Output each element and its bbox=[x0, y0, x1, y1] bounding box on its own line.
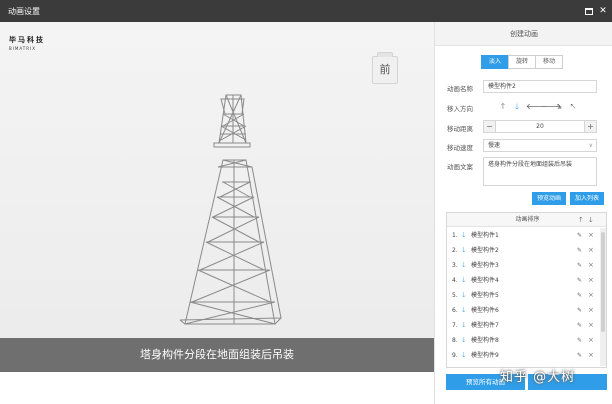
edit-icon[interactable]: ✎ bbox=[577, 288, 582, 303]
speed-label: 移动速度 bbox=[447, 144, 473, 152]
up-arrow-icon[interactable]: 🡑 bbox=[498, 102, 508, 112]
delete-icon[interactable]: × bbox=[588, 273, 594, 288]
increment-button[interactable]: + bbox=[584, 121, 596, 132]
edit-icon[interactable]: ✎ bbox=[577, 273, 582, 288]
list-item[interactable]: 8. 🡓 模型构件8 ✎ × bbox=[447, 333, 599, 348]
left-arrow-icon[interactable]: 🡐 bbox=[526, 102, 547, 112]
list-item[interactable]: 4. 🡓 模型构件4 ✎ × bbox=[447, 273, 599, 288]
delete-icon[interactable]: × bbox=[588, 258, 594, 273]
speed-value: 慢速 bbox=[488, 142, 501, 149]
delete-icon[interactable]: × bbox=[588, 243, 594, 258]
down-arrow-icon: 🡓 bbox=[462, 261, 466, 269]
down-arrow-icon: 🡓 bbox=[462, 306, 466, 314]
list-item[interactable]: 1. 🡓 模型构件1 ✎ × bbox=[447, 228, 599, 243]
edit-icon[interactable]: ✎ bbox=[577, 258, 582, 273]
order-list-header: 动画排序 🡑 🡓 bbox=[447, 213, 606, 227]
tab-fade-in[interactable]: 淡入 bbox=[481, 55, 509, 69]
animation-caption: 塔身构件分段在地面组装后吊装 bbox=[0, 338, 434, 372]
direction-label: 移入方向 bbox=[447, 105, 473, 113]
tower-segment-upper bbox=[213, 94, 251, 148]
distance-label: 移动距离 bbox=[447, 125, 473, 133]
list-scrollbar[interactable] bbox=[600, 228, 606, 366]
right-arrow-icon[interactable]: 🡒 bbox=[540, 102, 561, 112]
delete-icon[interactable]: × bbox=[588, 288, 594, 303]
down-right-arrow-icon[interactable]: 🡖 bbox=[554, 102, 564, 112]
maximize-icon[interactable] bbox=[583, 5, 595, 17]
chevron-down-icon: ∨ bbox=[588, 142, 593, 149]
preview-animation-button[interactable]: 预览动画 bbox=[532, 192, 566, 205]
window-titlebar: 动画设置 ✕ bbox=[0, 0, 612, 22]
window-title: 动画设置 bbox=[8, 7, 40, 16]
down-arrow-icon: 🡓 bbox=[462, 336, 466, 344]
down-arrow-icon[interactable]: 🡓 bbox=[512, 102, 522, 112]
tower-model bbox=[179, 94, 282, 325]
delete-icon[interactable]: × bbox=[588, 318, 594, 333]
tab-rotate[interactable]: 旋转 bbox=[508, 55, 536, 69]
list-item[interactable]: 7. 🡓 模型构件7 ✎ × bbox=[447, 318, 599, 333]
edit-icon[interactable]: ✎ bbox=[577, 333, 582, 348]
delete-icon[interactable]: × bbox=[588, 228, 594, 243]
edit-icon[interactable]: ✎ bbox=[577, 318, 582, 333]
viewport-bottom-strip bbox=[0, 372, 434, 404]
distance-value[interactable]: 20 bbox=[496, 121, 584, 132]
animation-name-input[interactable]: 模型构件2 bbox=[483, 80, 597, 93]
list-item[interactable]: 9. 🡓 模型构件9 ✎ × bbox=[447, 348, 599, 363]
list-item[interactable]: 3. 🡓 模型构件3 ✎ × bbox=[447, 258, 599, 273]
list-item[interactable]: 5. 🡓 模型构件5 ✎ × bbox=[447, 288, 599, 303]
tab-move[interactable]: 移动 bbox=[535, 55, 563, 69]
name-label: 动画名称 bbox=[447, 85, 473, 93]
edit-icon[interactable]: ✎ bbox=[577, 243, 582, 258]
decrement-button[interactable]: − bbox=[484, 121, 496, 132]
animation-panel: 创建动画 淡入 旋转 移动 动画名称 模型构件2 移入方向 🡑 🡓 🡐 🡒 🡖 … bbox=[434, 22, 612, 404]
up-left-arrow-icon[interactable]: 🡔 bbox=[568, 102, 578, 112]
down-arrow-icon: 🡓 bbox=[462, 246, 466, 254]
delete-icon[interactable]: × bbox=[588, 333, 594, 348]
delete-icon[interactable]: × bbox=[588, 348, 594, 363]
down-arrow-icon: 🡓 bbox=[462, 321, 466, 329]
add-to-list-button[interactable]: 加入列表 bbox=[570, 192, 604, 205]
move-down-icon[interactable]: 🡓 bbox=[589, 213, 593, 227]
move-up-icon[interactable]: 🡑 bbox=[579, 213, 583, 227]
edit-icon[interactable]: ✎ bbox=[577, 303, 582, 318]
list-item[interactable]: 2. 🡓 模型构件2 ✎ × bbox=[447, 243, 599, 258]
watermark: 知乎 @大树 bbox=[500, 370, 576, 385]
down-arrow-icon: 🡓 bbox=[462, 231, 466, 239]
down-arrow-icon: 🡓 bbox=[462, 351, 466, 359]
animation-order-list: 动画排序 🡑 🡓 1. 🡓 模型构件1 ✎ × 2. 🡓 模型构件2 ✎ × 3… bbox=[446, 212, 607, 368]
tower-segment-lower bbox=[179, 159, 282, 325]
edit-icon[interactable]: ✎ bbox=[577, 228, 582, 243]
edit-icon[interactable]: ✎ bbox=[577, 348, 582, 363]
panel-header: 创建动画 bbox=[435, 22, 612, 46]
distance-stepper: − 20 + bbox=[483, 120, 597, 133]
down-arrow-icon: 🡓 bbox=[462, 291, 466, 299]
model-viewport[interactable]: 毕马科技 BIMATRIX 前 塔身构件分段在地面组装后吊装 bbox=[0, 22, 434, 372]
animation-text-input[interactable]: 塔身构件分段在地面组装后吊装 bbox=[483, 157, 597, 186]
speed-select[interactable]: 慢速 ∨ bbox=[483, 139, 597, 152]
down-arrow-icon: 🡓 bbox=[462, 276, 466, 284]
delete-icon[interactable]: × bbox=[588, 303, 594, 318]
text-label: 动画文案 bbox=[447, 163, 473, 171]
order-list-title: 动画排序 bbox=[515, 216, 540, 223]
animation-type-tabs: 淡入 旋转 移动 bbox=[481, 55, 563, 69]
list-item[interactable]: 6. 🡓 模型构件6 ✎ × bbox=[447, 303, 599, 318]
close-icon[interactable]: ✕ bbox=[597, 5, 609, 17]
